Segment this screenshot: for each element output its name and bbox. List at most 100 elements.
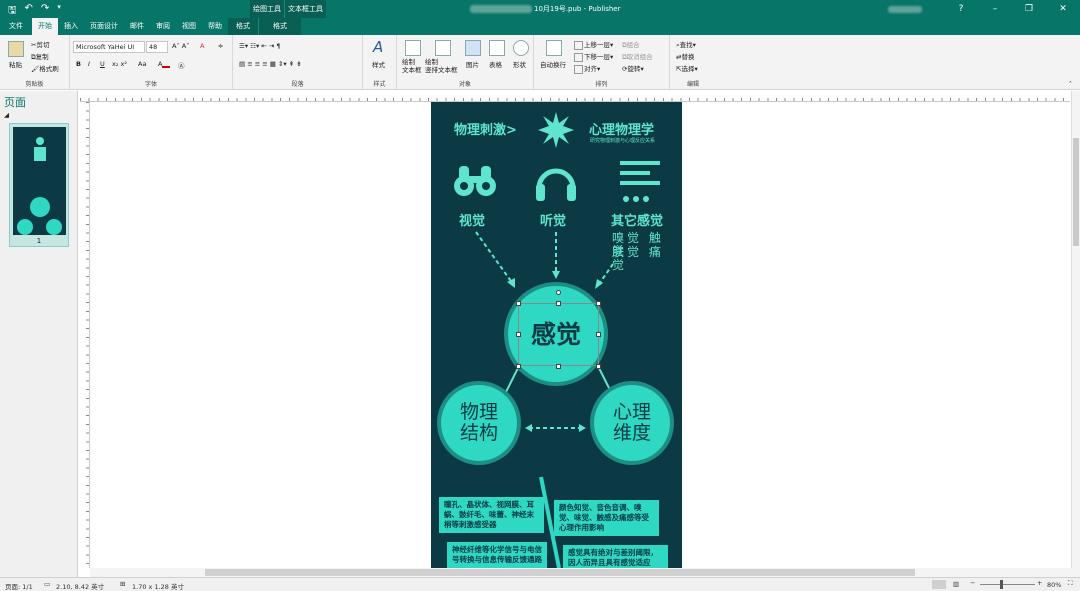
bold-button[interactable]: B	[76, 60, 81, 68]
paste-icon[interactable]	[8, 41, 24, 57]
zoom-slider[interactable]	[980, 584, 1035, 585]
tab-view[interactable]: 视图	[176, 18, 202, 35]
paste-button[interactable]: 粘贴	[9, 59, 22, 69]
threshold-textbox[interactable]: 感觉具有绝对与差别阈限，因人而异且具有感觉适应	[563, 545, 668, 568]
tab-home[interactable]: 开始	[32, 18, 58, 35]
publication-page[interactable]: 物理刺激> 心理物理学 研究物理刺激与心理反应关系 视觉 听觉 其它感觉 嗅觉 …	[431, 102, 682, 568]
picture-button[interactable]: 图片	[466, 59, 479, 69]
ungroup-button[interactable]: ⧉取消组合	[622, 51, 653, 62]
page-indicator[interactable]: 页面: 1/1	[5, 581, 33, 591]
shapes-icon[interactable]	[513, 40, 529, 56]
restore-icon[interactable]: ❐	[1012, 4, 1046, 14]
resize-handle[interactable]	[596, 332, 601, 337]
select-button[interactable]: ⇱选择▾	[676, 63, 698, 73]
doc-name: 10月19号.pub - Publisher	[534, 5, 621, 13]
vertical-textbox-icon[interactable]	[435, 40, 451, 56]
zoom-slider-thumb[interactable]	[1000, 580, 1003, 589]
perception-textbox[interactable]: 颜色知觉、音色音调、嗅觉、味觉、触感及痛感等受心理作用影响	[554, 500, 659, 536]
wrap-text-button[interactable]: 自动换行	[540, 59, 566, 69]
physical-structure-line1[interactable]: 物理	[441, 402, 517, 423]
send-backward-button[interactable]: 下移一层▾	[574, 51, 613, 62]
copy-button[interactable]: ⧉复制	[31, 51, 49, 62]
char-spacing-icon[interactable]: ≑	[218, 42, 223, 50]
draw-vertical-textbox-button[interactable]: 绘制 竖排文本框	[425, 58, 458, 74]
close-icon[interactable]: ✕	[1046, 4, 1080, 14]
tab-review[interactable]: 审阅	[150, 18, 176, 35]
grow-font-icon[interactable]: A˄ A˅	[172, 42, 189, 50]
draw-textbox-button[interactable]: 绘制 文本框	[402, 58, 422, 74]
rotate-handle[interactable]	[556, 290, 561, 295]
cut-button[interactable]: ✂剪切	[31, 39, 49, 49]
help-button[interactable]: ?	[944, 4, 978, 14]
textbox-icon[interactable]	[405, 40, 421, 56]
psychological-dimension-line2[interactable]: 维度	[594, 423, 670, 444]
styles-button[interactable]: 样式	[372, 59, 385, 69]
align-icons[interactable]: ▤ ≡ ≡ ≡ ▦ ⇕▾ ⇞ ⇟	[239, 60, 302, 68]
clear-format-icon[interactable]: A	[200, 42, 204, 50]
font-size-select[interactable]: 48	[146, 41, 168, 53]
collapse-panel-icon[interactable]: ◢	[4, 111, 9, 119]
tab-format-textbox[interactable]: 格式	[258, 18, 301, 35]
horizontal-scrollbar[interactable]	[90, 568, 1080, 577]
change-case-icon[interactable]: Aa	[138, 60, 146, 68]
find-button[interactable]: ⌕查找▾	[676, 39, 696, 50]
tab-insert[interactable]: 插入	[58, 18, 84, 35]
horizontal-scroll-thumb[interactable]	[205, 569, 915, 576]
tab-file[interactable]: 文件	[0, 18, 32, 35]
zoom-in-icon[interactable]: +	[1037, 579, 1042, 587]
minimize-icon[interactable]: –	[978, 4, 1012, 14]
resize-handle[interactable]	[516, 332, 521, 337]
resize-handle[interactable]	[516, 301, 521, 306]
table-button[interactable]: 表格	[489, 59, 502, 69]
shapes-button[interactable]: 形状	[513, 59, 526, 69]
resize-handle[interactable]	[556, 301, 561, 306]
psychological-dimension-line1[interactable]: 心理	[594, 402, 670, 423]
neural-pathway-textbox[interactable]: 神经纤维等化学信号与电信号转换与信息传输反馈通路	[447, 542, 547, 568]
wrap-icon[interactable]	[546, 40, 562, 56]
vertical-scroll-thumb[interactable]	[1073, 138, 1079, 246]
arrange-label: 排列	[595, 81, 608, 88]
tab-mailings[interactable]: 邮件	[124, 18, 150, 35]
format-painter-button[interactable]: 🖌格式刷	[31, 63, 59, 73]
align-button[interactable]: 对齐▾	[574, 63, 600, 74]
zoom-level[interactable]: 80%	[1047, 581, 1061, 589]
group-button[interactable]: ⧉组合	[622, 39, 640, 50]
resize-handle[interactable]	[596, 364, 601, 369]
font-color-icon[interactable]: A	[158, 60, 171, 68]
collapse-ribbon-icon[interactable]: ˄	[1069, 80, 1072, 88]
subscript-icon[interactable]: x₂ x²	[112, 60, 127, 68]
group-clipboard: 粘贴 ✂剪切 ⧉复制 🖌格式刷 剪贴板	[0, 35, 70, 90]
underline-button[interactable]: U	[100, 60, 105, 68]
italic-button[interactable]: I	[88, 60, 90, 68]
resize-handle[interactable]	[516, 364, 521, 369]
table-icon[interactable]	[489, 40, 505, 56]
physical-structure-line2[interactable]: 结构	[441, 423, 517, 444]
psychological-dimension-circle[interactable]: 心理 维度	[594, 385, 670, 461]
resize-handle[interactable]	[556, 364, 561, 369]
horizontal-ruler[interactable]	[80, 91, 1070, 102]
vertical-scrollbar[interactable]	[1071, 91, 1080, 568]
font-name-select[interactable]: Microsoft YaHei UI	[73, 41, 145, 53]
vertical-ruler[interactable]	[79, 102, 90, 568]
selection-box[interactable]	[518, 303, 599, 366]
tab-format-drawing[interactable]: 格式	[228, 18, 258, 35]
two-page-view-icon[interactable]: ▥	[953, 580, 959, 588]
replace-button[interactable]: ⇄替换	[676, 51, 694, 61]
page-thumbnail[interactable]: 1	[9, 123, 69, 247]
font-effects-icon[interactable]: Ⓐ	[178, 60, 185, 70]
picture-icon[interactable]	[465, 40, 481, 56]
bullets-icon[interactable]: ☰▾ ☷▾ ⇤ ⇥ ¶	[239, 42, 280, 50]
styles-icon[interactable]: A	[373, 38, 383, 56]
physical-structure-circle[interactable]: 物理 结构	[441, 385, 517, 461]
bring-forward-button[interactable]: 上移一层▾	[574, 39, 613, 50]
tab-help[interactable]: 帮助	[202, 18, 228, 35]
zoom-out-icon[interactable]: −	[970, 579, 975, 587]
resize-handle[interactable]	[596, 301, 601, 306]
receptors-textbox[interactable]: 瞳孔、晶状体、视网膜、耳蜗、鼓纤毛、味蕾、神经末梢等刺激感受器	[439, 497, 544, 533]
fit-page-icon[interactable]: ⛶	[1068, 579, 1073, 588]
ribbon-tabs: 文件 开始 插入 页面设计 邮件 审阅 视图 帮助 格式 格式	[0, 18, 1080, 35]
user-account[interactable]	[888, 5, 922, 13]
rotate-button[interactable]: ⟳旋转▾	[622, 63, 644, 73]
single-page-view-icon[interactable]	[932, 580, 946, 589]
tab-page-design[interactable]: 页面设计	[84, 18, 124, 35]
